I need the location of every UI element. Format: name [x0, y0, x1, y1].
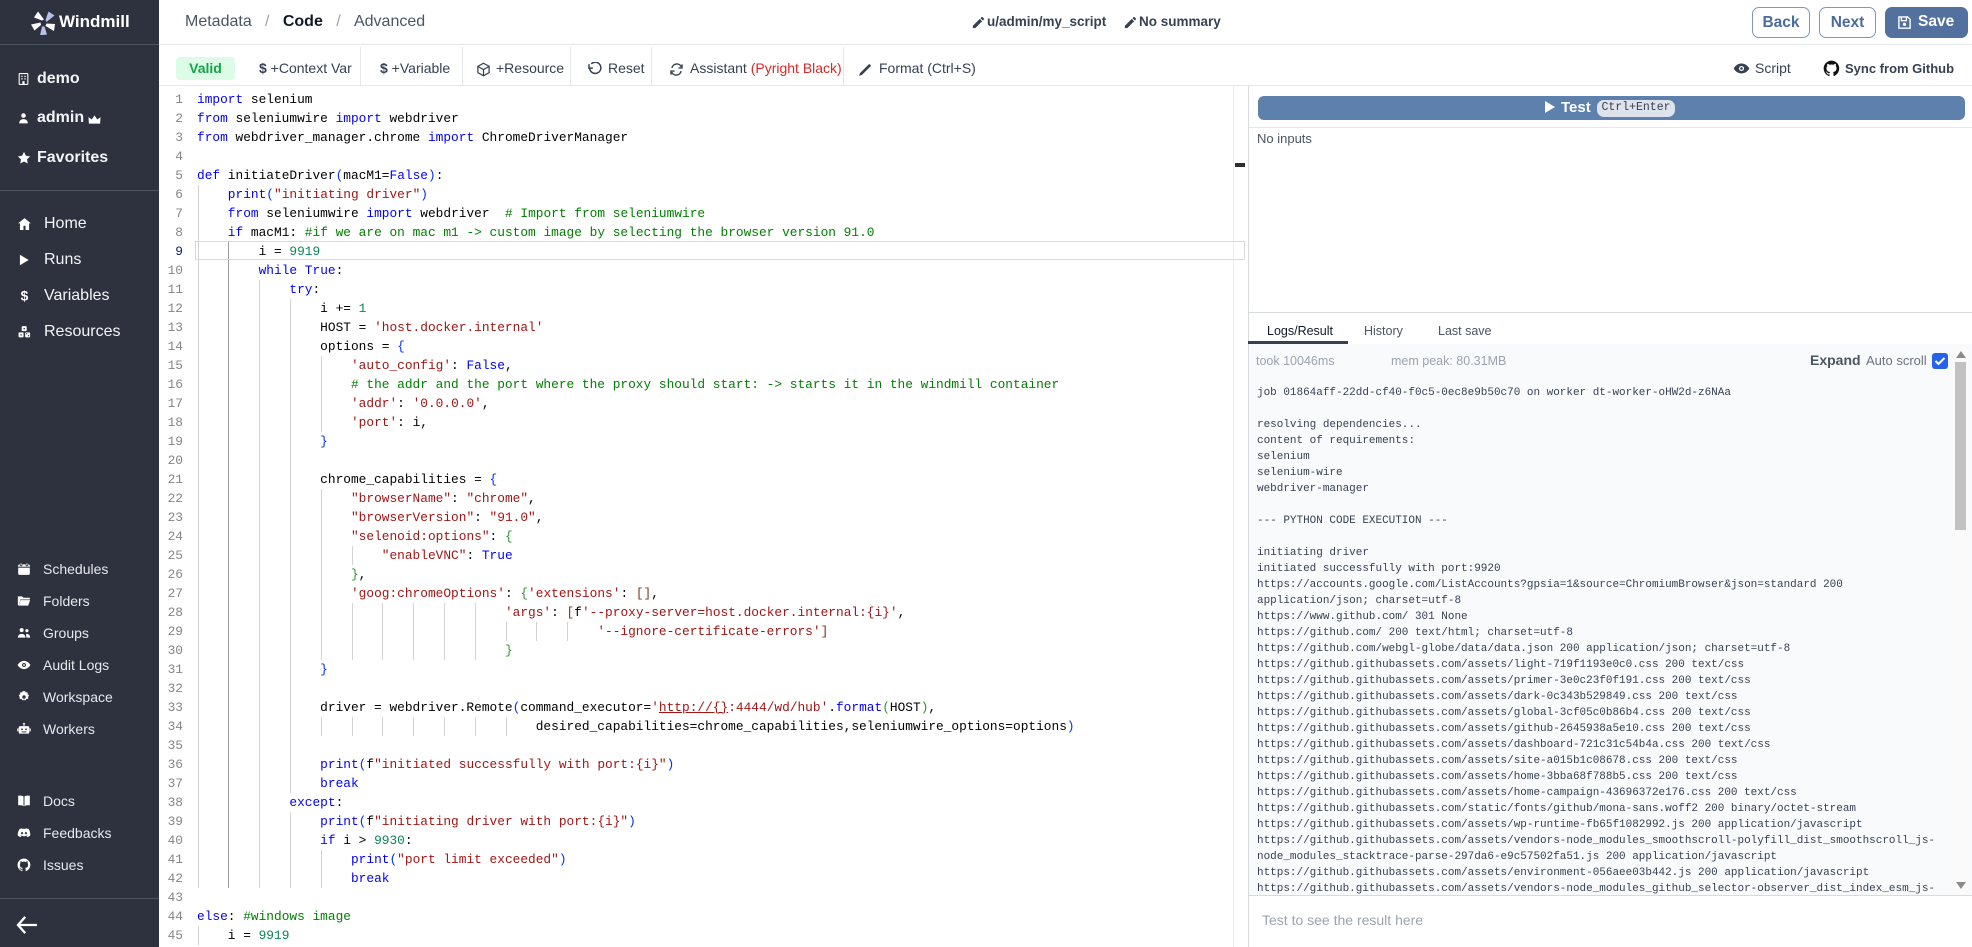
svg-text:$: $: [21, 289, 29, 304]
